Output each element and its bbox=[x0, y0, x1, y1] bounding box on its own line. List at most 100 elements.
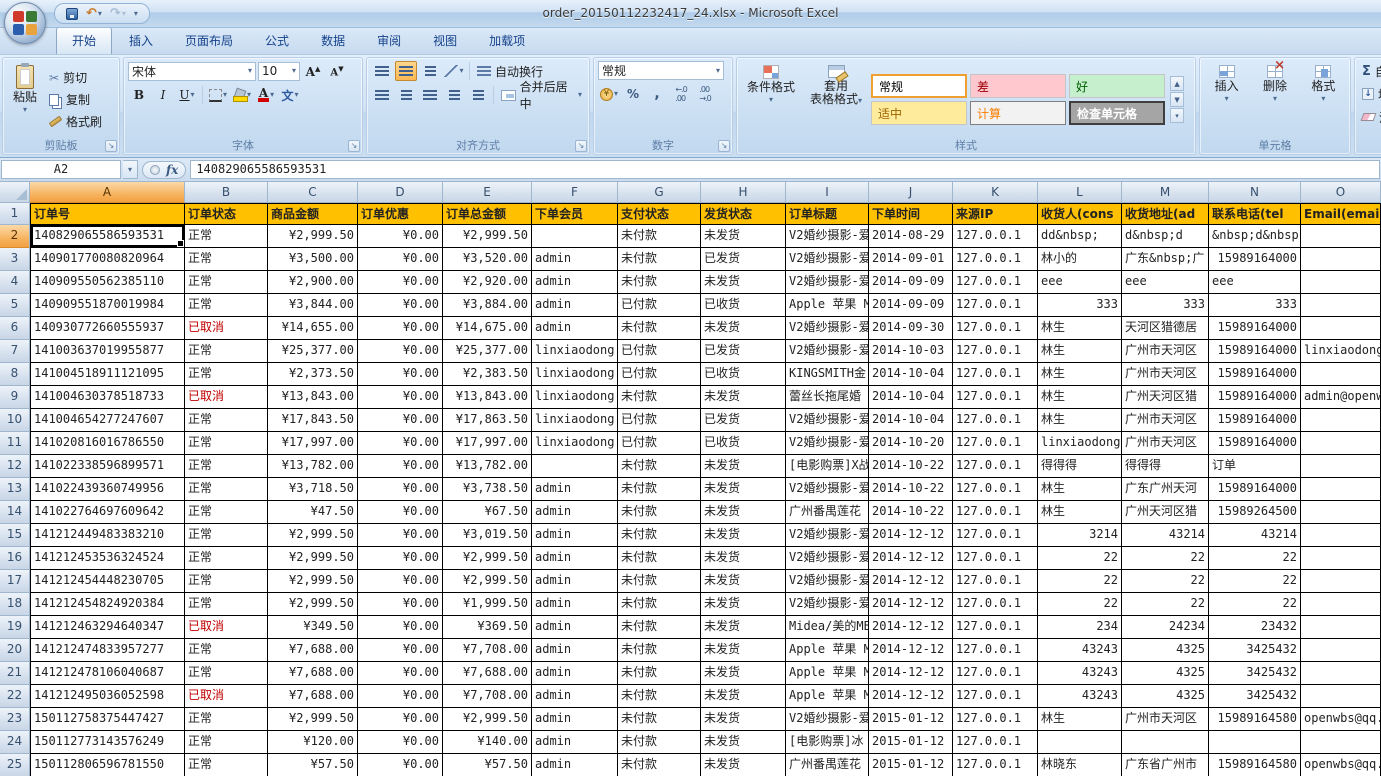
row-header-18[interactable]: 18 bbox=[0, 593, 30, 616]
cell-E18[interactable]: ¥1,999.50 bbox=[443, 593, 532, 616]
cell-K11[interactable]: 127.0.0.1 bbox=[953, 432, 1038, 455]
row-header-16[interactable]: 16 bbox=[0, 547, 30, 570]
cell-N13[interactable]: 15989164000 bbox=[1209, 478, 1301, 501]
cell-O3[interactable] bbox=[1301, 248, 1381, 271]
cell-N17[interactable]: 22 bbox=[1209, 570, 1301, 593]
cell-N7[interactable]: 15989164000 bbox=[1209, 340, 1301, 363]
cell-N9[interactable]: 15989164000 bbox=[1209, 386, 1301, 409]
insert-cells-button[interactable]: 插入▾ bbox=[1209, 61, 1245, 138]
cell-O7[interactable]: linxiaodong1 bbox=[1301, 340, 1381, 363]
cell-L2[interactable]: dd&nbsp; bbox=[1038, 225, 1122, 248]
cell-K15[interactable]: 127.0.0.1 bbox=[953, 524, 1038, 547]
header-cell-F1[interactable]: 下单会员 bbox=[532, 203, 618, 225]
cell-C11[interactable]: ¥17,997.00 bbox=[268, 432, 358, 455]
header-cell-J1[interactable]: 下单时间 bbox=[869, 203, 953, 225]
ribbon-tab-0[interactable]: 开始 bbox=[56, 27, 112, 54]
autosum-button[interactable]: Σ自动求和 bbox=[1359, 61, 1381, 81]
percent-style-button[interactable]: % bbox=[622, 84, 644, 104]
column-header-L[interactable]: L bbox=[1038, 182, 1122, 203]
cell-style-1[interactable]: 差 bbox=[970, 74, 1066, 98]
cell-N19[interactable]: 23432 bbox=[1209, 616, 1301, 639]
row-header-2[interactable]: 2 bbox=[0, 225, 30, 248]
cell-F13[interactable]: admin bbox=[532, 478, 618, 501]
cell-K5[interactable]: 127.0.0.1 bbox=[953, 294, 1038, 317]
cell-C14[interactable]: ¥47.50 bbox=[268, 501, 358, 524]
cell-E14[interactable]: ¥67.50 bbox=[443, 501, 532, 524]
cell-M12[interactable]: 得得得 bbox=[1122, 455, 1209, 478]
cell-K9[interactable]: 127.0.0.1 bbox=[953, 386, 1038, 409]
cell-J4[interactable]: 2014-09-09 1 bbox=[869, 271, 953, 294]
cell-D10[interactable]: ¥0.00 bbox=[358, 409, 443, 432]
cell-M16[interactable]: 22 bbox=[1122, 547, 1209, 570]
header-cell-H1[interactable]: 发货状态 bbox=[701, 203, 786, 225]
cell-G11[interactable]: 已付款 bbox=[618, 432, 701, 455]
cell-J20[interactable]: 2014-12-12 1 bbox=[869, 639, 953, 662]
cell-style-3[interactable]: 适中 bbox=[871, 101, 967, 125]
header-cell-D1[interactable]: 订单优惠 bbox=[358, 203, 443, 225]
cell-B22[interactable]: 已取消 bbox=[185, 685, 268, 708]
cell-style-0[interactable]: 常规 bbox=[871, 74, 967, 98]
cell-N6[interactable]: 15989164000 bbox=[1209, 317, 1301, 340]
cell-E4[interactable]: ¥2,920.00 bbox=[443, 271, 532, 294]
cell-A17[interactable]: 141212454448230705 bbox=[30, 570, 185, 593]
cell-K20[interactable]: 127.0.0.1 bbox=[953, 639, 1038, 662]
cell-L5[interactable]: 333 bbox=[1038, 294, 1122, 317]
cell-A20[interactable]: 141212474833957277 bbox=[30, 639, 185, 662]
align-center-button[interactable] bbox=[395, 85, 417, 105]
cell-M5[interactable]: 333 bbox=[1122, 294, 1209, 317]
cell-A10[interactable]: 141004654277247607 bbox=[30, 409, 185, 432]
header-cell-I1[interactable]: 订单标题 bbox=[786, 203, 869, 225]
cell-J7[interactable]: 2014-10-03 1 bbox=[869, 340, 953, 363]
cell-E9[interactable]: ¥13,843.00 bbox=[443, 386, 532, 409]
cell-C9[interactable]: ¥13,843.00 bbox=[268, 386, 358, 409]
cell-E10[interactable]: ¥17,863.50 bbox=[443, 409, 532, 432]
cell-K10[interactable]: 127.0.0.1 bbox=[953, 409, 1038, 432]
cell-J23[interactable]: 2015-01-12 2 bbox=[869, 708, 953, 731]
cell-B14[interactable]: 正常 bbox=[185, 501, 268, 524]
cell-A19[interactable]: 141212463294640347 bbox=[30, 616, 185, 639]
cell-O11[interactable] bbox=[1301, 432, 1381, 455]
cell-H3[interactable]: 已发货 bbox=[701, 248, 786, 271]
cell-C5[interactable]: ¥3,844.00 bbox=[268, 294, 358, 317]
cell-O13[interactable] bbox=[1301, 478, 1381, 501]
row-header-10[interactable]: 10 bbox=[0, 409, 30, 432]
cell-I3[interactable]: V2婚纱摄影-爱 bbox=[786, 248, 869, 271]
cell-H25[interactable]: 未发货 bbox=[701, 754, 786, 776]
cell-M22[interactable]: 4325 bbox=[1122, 685, 1209, 708]
cell-D5[interactable]: ¥0.00 bbox=[358, 294, 443, 317]
format-painter-button[interactable]: 格式刷 bbox=[46, 112, 105, 132]
format-cells-button[interactable]: 格式▾ bbox=[1305, 61, 1341, 138]
cell-M14[interactable]: 广州天河区猎 bbox=[1122, 501, 1209, 524]
cell-E6[interactable]: ¥14,675.00 bbox=[443, 317, 532, 340]
cell-J12[interactable]: 2014-10-22 0 bbox=[869, 455, 953, 478]
cell-A5[interactable]: 140909551870019984 bbox=[30, 294, 185, 317]
cell-I24[interactable]: [电影购票]冰 bbox=[786, 731, 869, 754]
cell-K14[interactable]: 127.0.0.1 bbox=[953, 501, 1038, 524]
increase-indent-button[interactable] bbox=[467, 85, 489, 105]
cell-D4[interactable]: ¥0.00 bbox=[358, 271, 443, 294]
cell-B21[interactable]: 正常 bbox=[185, 662, 268, 685]
cell-I20[interactable]: Apple 苹果 M bbox=[786, 639, 869, 662]
cell-M8[interactable]: 广州市天河区 bbox=[1122, 363, 1209, 386]
cell-O16[interactable] bbox=[1301, 547, 1381, 570]
cell-F3[interactable]: admin bbox=[532, 248, 618, 271]
cell-M24[interactable] bbox=[1122, 731, 1209, 754]
cell-M9[interactable]: 广州天河区猎 bbox=[1122, 386, 1209, 409]
cell-B11[interactable]: 正常 bbox=[185, 432, 268, 455]
cell-N21[interactable]: 3425432 bbox=[1209, 662, 1301, 685]
cell-M25[interactable]: 广东省广州市 bbox=[1122, 754, 1209, 776]
cell-J16[interactable]: 2014-12-12 1 bbox=[869, 547, 953, 570]
grow-font-button[interactable]: A▲ bbox=[302, 61, 324, 81]
cell-N4[interactable]: eee bbox=[1209, 271, 1301, 294]
cell-O25[interactable]: openwbs@qq.c bbox=[1301, 754, 1381, 776]
cell-B7[interactable]: 正常 bbox=[185, 340, 268, 363]
row-header-15[interactable]: 15 bbox=[0, 524, 30, 547]
column-header-J[interactable]: J bbox=[869, 182, 953, 203]
cell-J24[interactable]: 2015-01-12 2 bbox=[869, 731, 953, 754]
align-right-button[interactable] bbox=[419, 85, 441, 105]
cell-O17[interactable] bbox=[1301, 570, 1381, 593]
cell-J17[interactable]: 2014-12-12 1 bbox=[869, 570, 953, 593]
cell-H24[interactable]: 未发货 bbox=[701, 731, 786, 754]
cell-M15[interactable]: 43214 bbox=[1122, 524, 1209, 547]
cell-B2[interactable]: 正常 bbox=[185, 225, 268, 248]
